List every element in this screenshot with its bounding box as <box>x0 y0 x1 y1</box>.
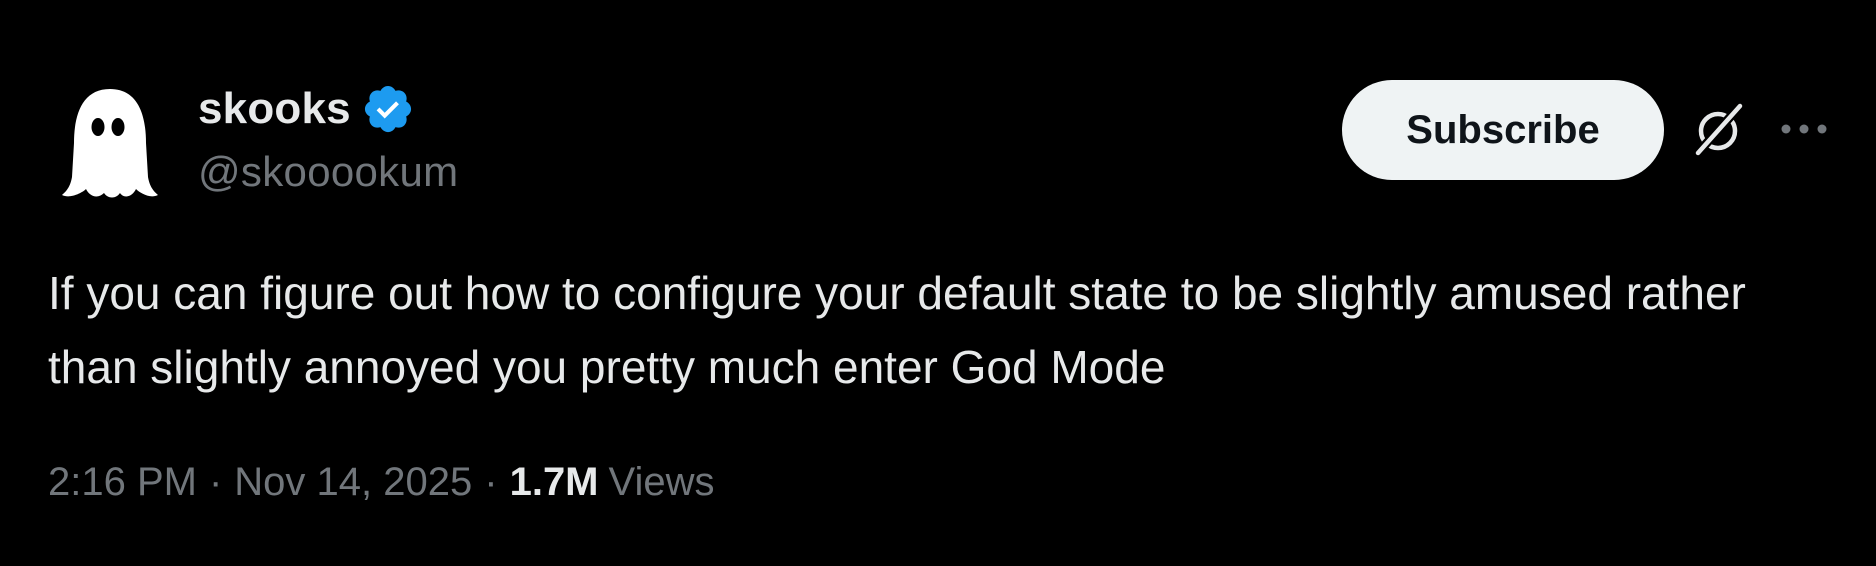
author-name-row: skooks <box>198 78 415 140</box>
verified-badge-icon[interactable] <box>361 82 415 136</box>
meta-separator: · <box>208 460 223 504</box>
tweet-date[interactable]: Nov 14, 2025 <box>234 460 472 505</box>
views-label: Views <box>608 460 715 504</box>
more-horizontal-icon[interactable] <box>1776 105 1832 153</box>
ghost-icon <box>62 89 158 198</box>
subscribe-button[interactable]: Subscribe <box>1342 80 1664 180</box>
author-display-name[interactable]: skooks <box>198 84 351 134</box>
tweet-text: If you can figure out how to configure y… <box>48 267 1746 393</box>
author-handle[interactable]: @skooookum <box>198 148 458 196</box>
tweet-metadata: 2:16 PM · Nov 14, 2025 · 1.7M Views <box>48 460 715 505</box>
avatar[interactable] <box>60 85 160 205</box>
views-count: 1.7M <box>509 460 599 504</box>
grok-icon[interactable] <box>1688 100 1748 160</box>
tweet-time[interactable]: 2:16 PM <box>48 460 197 505</box>
tweet-card: skooks @skooookum Subscribe If you can f… <box>0 0 1876 566</box>
meta-separator: · <box>484 460 498 504</box>
